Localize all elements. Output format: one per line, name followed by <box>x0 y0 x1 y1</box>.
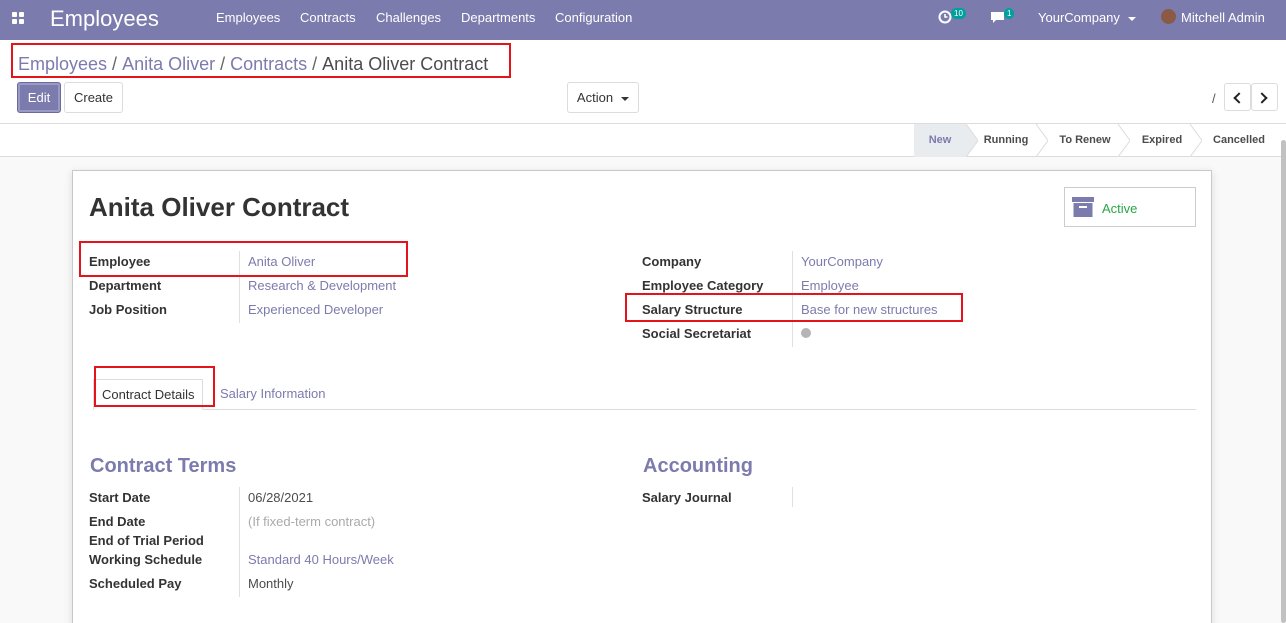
stage-divider-icon <box>1118 124 1130 157</box>
salary-journal-field[interactable] <box>801 490 1001 505</box>
highlight-breadcrumb <box>11 43 511 78</box>
stage-new[interactable]: New <box>914 124 966 157</box>
highlight-employee <box>79 241 408 277</box>
scheduled-pay-field[interactable]: Monthly <box>248 576 294 591</box>
working-schedule-field[interactable]: Standard 40 Hours/Week <box>248 552 394 567</box>
active-toggle-button[interactable]: Active <box>1064 187 1196 227</box>
action-dropdown[interactable]: Action <box>567 82 639 113</box>
start-date-field[interactable]: 06/28/2021 <box>248 490 313 505</box>
messages-button[interactable]: 1 <box>990 8 1020 28</box>
message-count-badge: 1 <box>1004 8 1015 19</box>
menu-configuration[interactable]: Configuration <box>555 0 632 40</box>
tab-salary-information[interactable]: Salary Information <box>220 379 326 410</box>
accounting-title: Accounting <box>643 455 753 477</box>
menu-employees[interactable]: Employees <box>216 0 280 40</box>
working-schedule-label: Working Schedule <box>89 552 203 567</box>
user-menu[interactable]: Mitchell Admin <box>1181 0 1265 40</box>
stage-divider-icon <box>1036 124 1048 157</box>
pager-next-button[interactable] <box>1251 83 1278 111</box>
highlight-contract-details-tab <box>94 366 215 407</box>
salary-journal-label: Salary Journal <box>642 490 732 505</box>
stage-divider-icon <box>1190 124 1202 157</box>
employee-category-label: Employee Category <box>642 278 764 293</box>
caret-down-icon <box>621 96 630 101</box>
department-label: Department <box>89 278 162 293</box>
create-button[interactable]: Create <box>64 82 123 113</box>
employee-category-field[interactable]: Employee <box>801 278 859 293</box>
scheduled-pay-label: Scheduled Pay <box>89 576 182 591</box>
company-name: YourCompany <box>1038 10 1120 25</box>
field-separator <box>792 487 793 507</box>
job-position-label: Job Position <box>89 302 167 317</box>
form-sheet: Anita Oliver Contract Active Employee An… <box>72 170 1212 623</box>
end-date-field[interactable]: (If fixed-term contract) <box>248 514 375 529</box>
active-status-label: Active <box>1102 201 1138 216</box>
chevron-left-icon <box>1233 92 1245 104</box>
top-navbar: Employees Employees Contracts Challenges… <box>0 0 1286 40</box>
status-bar: New Running To Renew Expired Cancelled <box>0 124 1286 157</box>
stage-running[interactable]: Running <box>975 124 1037 157</box>
chevron-right-icon <box>1256 92 1268 104</box>
department-field[interactable]: Research & Development <box>248 278 396 293</box>
menu-contracts[interactable]: Contracts <box>300 0 356 40</box>
company-field[interactable]: YourCompany <box>801 254 883 269</box>
activity-button[interactable]: 10 <box>938 8 972 28</box>
end-of-trial-field[interactable] <box>248 533 428 548</box>
stage-expired[interactable]: Expired <box>1130 124 1194 157</box>
pager-value: / <box>1212 91 1216 106</box>
control-panel: Employees / Anita Oliver / Contracts / Anita O… <box>0 40 1286 124</box>
company-switcher[interactable]: YourCompany <box>1038 0 1136 40</box>
user-avatar[interactable] <box>1161 9 1176 24</box>
contract-terms-title: Contract Terms <box>90 455 237 477</box>
end-date-label: End Date <box>89 514 146 529</box>
record-title: Anita Oliver Contract <box>89 192 350 222</box>
highlight-salary-structure <box>625 293 963 322</box>
app-title: Employees <box>50 6 159 31</box>
scrollbar[interactable] <box>1281 140 1286 623</box>
pager-previous-button[interactable] <box>1224 83 1251 111</box>
menu-challenges[interactable]: Challenges <box>376 0 441 40</box>
field-separator <box>239 487 240 597</box>
end-of-trial-label: End of Trial Period <box>89 533 204 548</box>
chat-icon <box>991 12 1004 23</box>
apps-menu-icon[interactable] <box>12 12 25 25</box>
menu-departments[interactable]: Departments <box>461 0 535 40</box>
archive-icon <box>1072 197 1094 217</box>
social-secretariat-label: Social Secretariat <box>642 326 752 341</box>
clock-icon <box>938 10 952 24</box>
social-secretariat-status-dot[interactable] <box>801 328 811 338</box>
job-position-field[interactable]: Experienced Developer <box>248 302 383 317</box>
stage-cancelled[interactable]: Cancelled <box>1202 124 1276 157</box>
caret-down-icon <box>1127 16 1136 21</box>
action-label: Action <box>576 90 614 105</box>
start-date-label: Start Date <box>89 490 151 505</box>
company-label: Company <box>642 254 702 269</box>
activity-count-badge: 10 <box>951 8 966 19</box>
stage-to-renew[interactable]: To Renew <box>1048 124 1122 157</box>
edit-button[interactable]: Edit <box>17 82 61 113</box>
